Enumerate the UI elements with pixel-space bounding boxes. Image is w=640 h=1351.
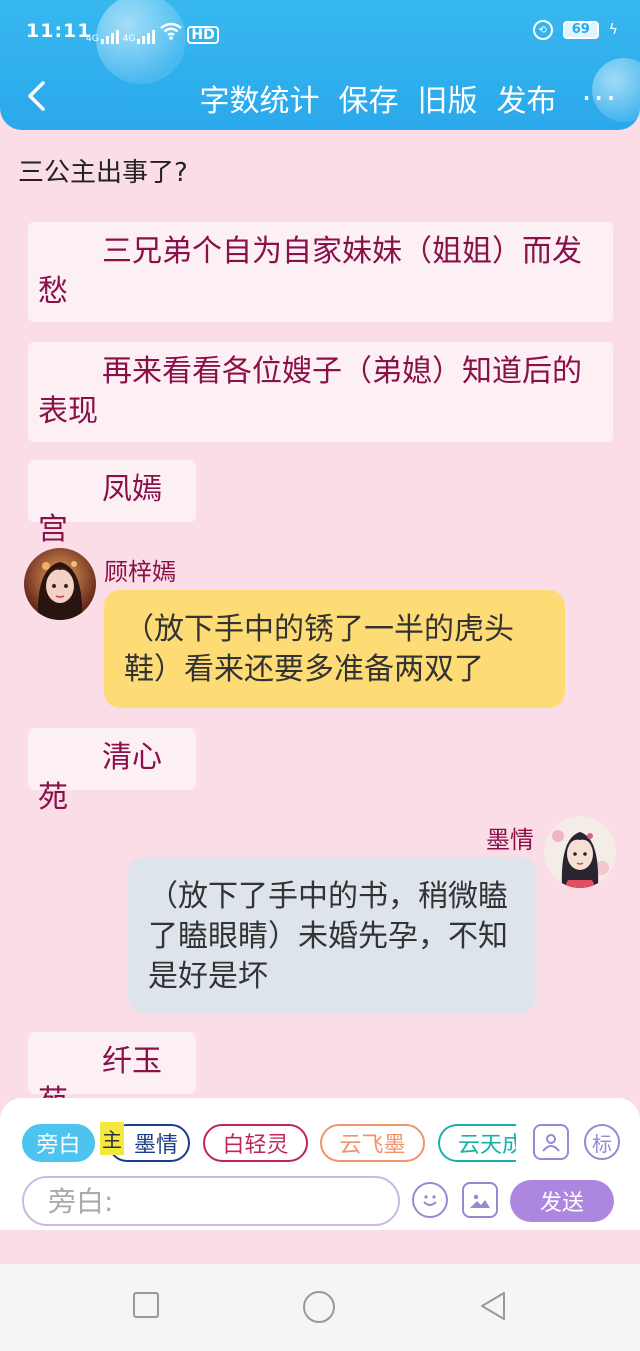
emoji-icon[interactable] [412, 1182, 448, 1218]
back-nav-icon[interactable] [478, 1290, 508, 1326]
publish-button[interactable]: 发布 [496, 76, 556, 120]
signal-icon: 4G [123, 28, 156, 44]
back-button[interactable] [20, 78, 52, 114]
narration-card[interactable]: 纤玉苑 [28, 1032, 196, 1119]
avatar[interactable] [24, 548, 96, 620]
role-chip-label: 墨情 [133, 1133, 178, 1158]
battery-indicator: 69 [562, 21, 599, 39]
role-chip-yunfeimo[interactable]: 云飞墨 [320, 1124, 425, 1162]
speech-bubble[interactable]: （放下手中的锈了一半的虎头鞋）看来还要多准备两双了 [104, 590, 565, 708]
story-title[interactable]: 三公主出事了? [18, 152, 188, 189]
main-role-badge: 主 [100, 1122, 124, 1155]
narration-card[interactable]: 凤嫣宫 [28, 460, 196, 547]
old-version-button[interactable]: 旧版 [417, 76, 477, 120]
person-icon[interactable] [533, 1124, 569, 1160]
word-count-button[interactable]: 字数统计 [199, 76, 319, 120]
speech-bubble[interactable]: （放下了手中的书，稍微瞌了瞌眼睛）未婚先孕，不知是好是坏 [128, 857, 536, 1013]
narration-text: 清心苑 [38, 740, 162, 815]
avatar[interactable] [544, 816, 616, 888]
narration-card[interactable]: 三兄弟个自为自家妹妹（姐姐）而发愁 [28, 222, 613, 322]
more-icon[interactable]: ··· [581, 82, 618, 114]
wifi-icon [159, 22, 183, 44]
signal-icon: 4G [86, 28, 119, 44]
send-button[interactable]: 发送 [510, 1180, 614, 1222]
image-icon[interactable] [462, 1182, 498, 1218]
composer-panel: 旁白 墨情 主 白轻灵 云飞墨 云天成 标 发送 [0, 1098, 640, 1230]
home-icon[interactable] [302, 1290, 336, 1328]
system-nav-bar [0, 1264, 640, 1351]
save-button[interactable]: 保存 [338, 76, 398, 120]
charging-icon: ϟ [608, 22, 618, 38]
narration-card[interactable]: 再来看看各位嫂子（弟媳）知道后的表现 [28, 342, 613, 442]
speaker-name: 墨情 [486, 826, 534, 854]
narration-card[interactable]: 清心苑 [28, 728, 196, 815]
app-header: 11:11 4G 4G HD ⟲ 69 ϟ 字数统计 保存 旧版 发布 ··· [0, 0, 640, 130]
back-arrow-icon [28, 81, 45, 111]
role-chip-yuntian[interactable]: 云天成 [438, 1124, 516, 1162]
role-chip-baiqingling[interactable]: 白轻灵 [203, 1124, 308, 1162]
narration-text: 再来看看各位嫂子（弟媳）知道后的表现 [38, 354, 582, 429]
rotation-lock-icon: ⟲ [532, 20, 553, 40]
recent-apps-icon[interactable] [132, 1291, 160, 1323]
signal-icons: 4G 4G HD [86, 22, 219, 44]
narration-text: 凤嫣宫 [38, 472, 162, 547]
status-right: ⟲ 69 ϟ [532, 20, 618, 40]
status-bar: 11:11 4G 4G HD ⟲ 69 ϟ [0, 0, 640, 64]
role-chip-narration[interactable]: 旁白 [22, 1124, 95, 1162]
hd-icon: HD [187, 26, 219, 44]
tag-button[interactable]: 标 [584, 1124, 620, 1160]
speaker-name: 顾梓嫣 [104, 558, 176, 586]
message-input[interactable] [22, 1176, 400, 1226]
narration-text: 三兄弟个自为自家妹妹（姐姐）而发愁 [38, 234, 582, 309]
status-time: 11:11 [26, 20, 92, 42]
header-actions: 字数统计 保存 旧版 发布 ··· [199, 76, 618, 120]
